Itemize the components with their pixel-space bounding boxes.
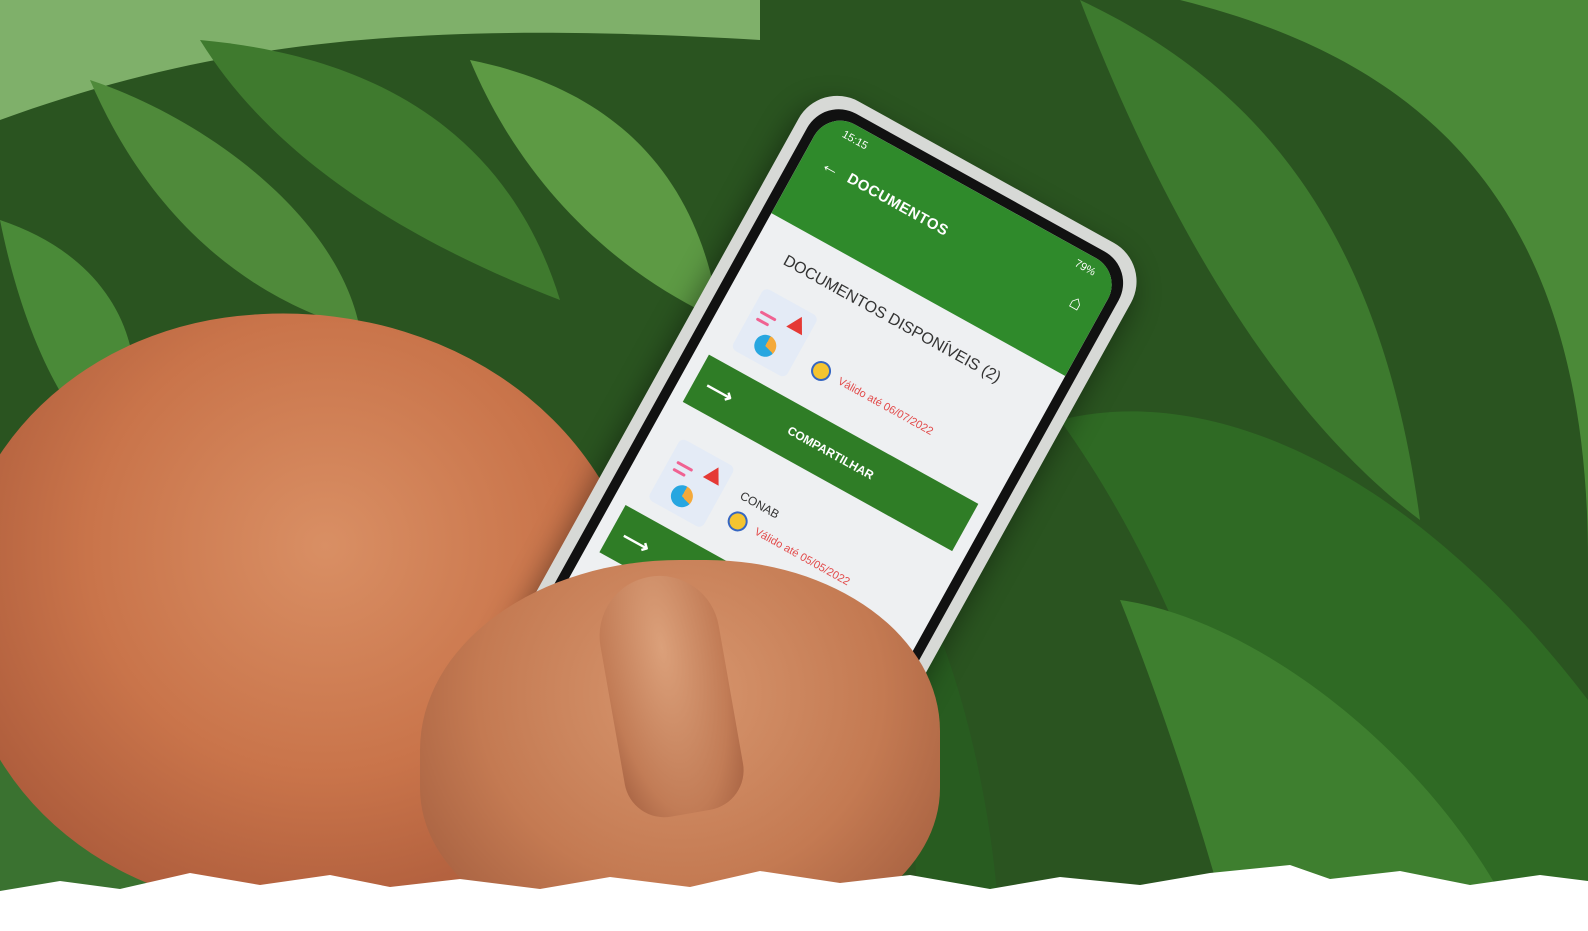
document-report-icon <box>730 287 819 379</box>
status-time: 15:15 <box>839 128 870 153</box>
seal-icon <box>807 357 835 385</box>
document-report-icon <box>647 437 736 529</box>
seal-icon <box>724 507 752 536</box>
torn-paper-edge <box>0 865 1588 931</box>
photo-scene: 15:15 79% ← DOCUMENTOS ⌂ DOCUMENTOS DISP… <box>0 0 1588 931</box>
status-battery: 79% <box>1072 257 1098 279</box>
arrow-left-icon[interactable]: ← <box>816 153 845 183</box>
